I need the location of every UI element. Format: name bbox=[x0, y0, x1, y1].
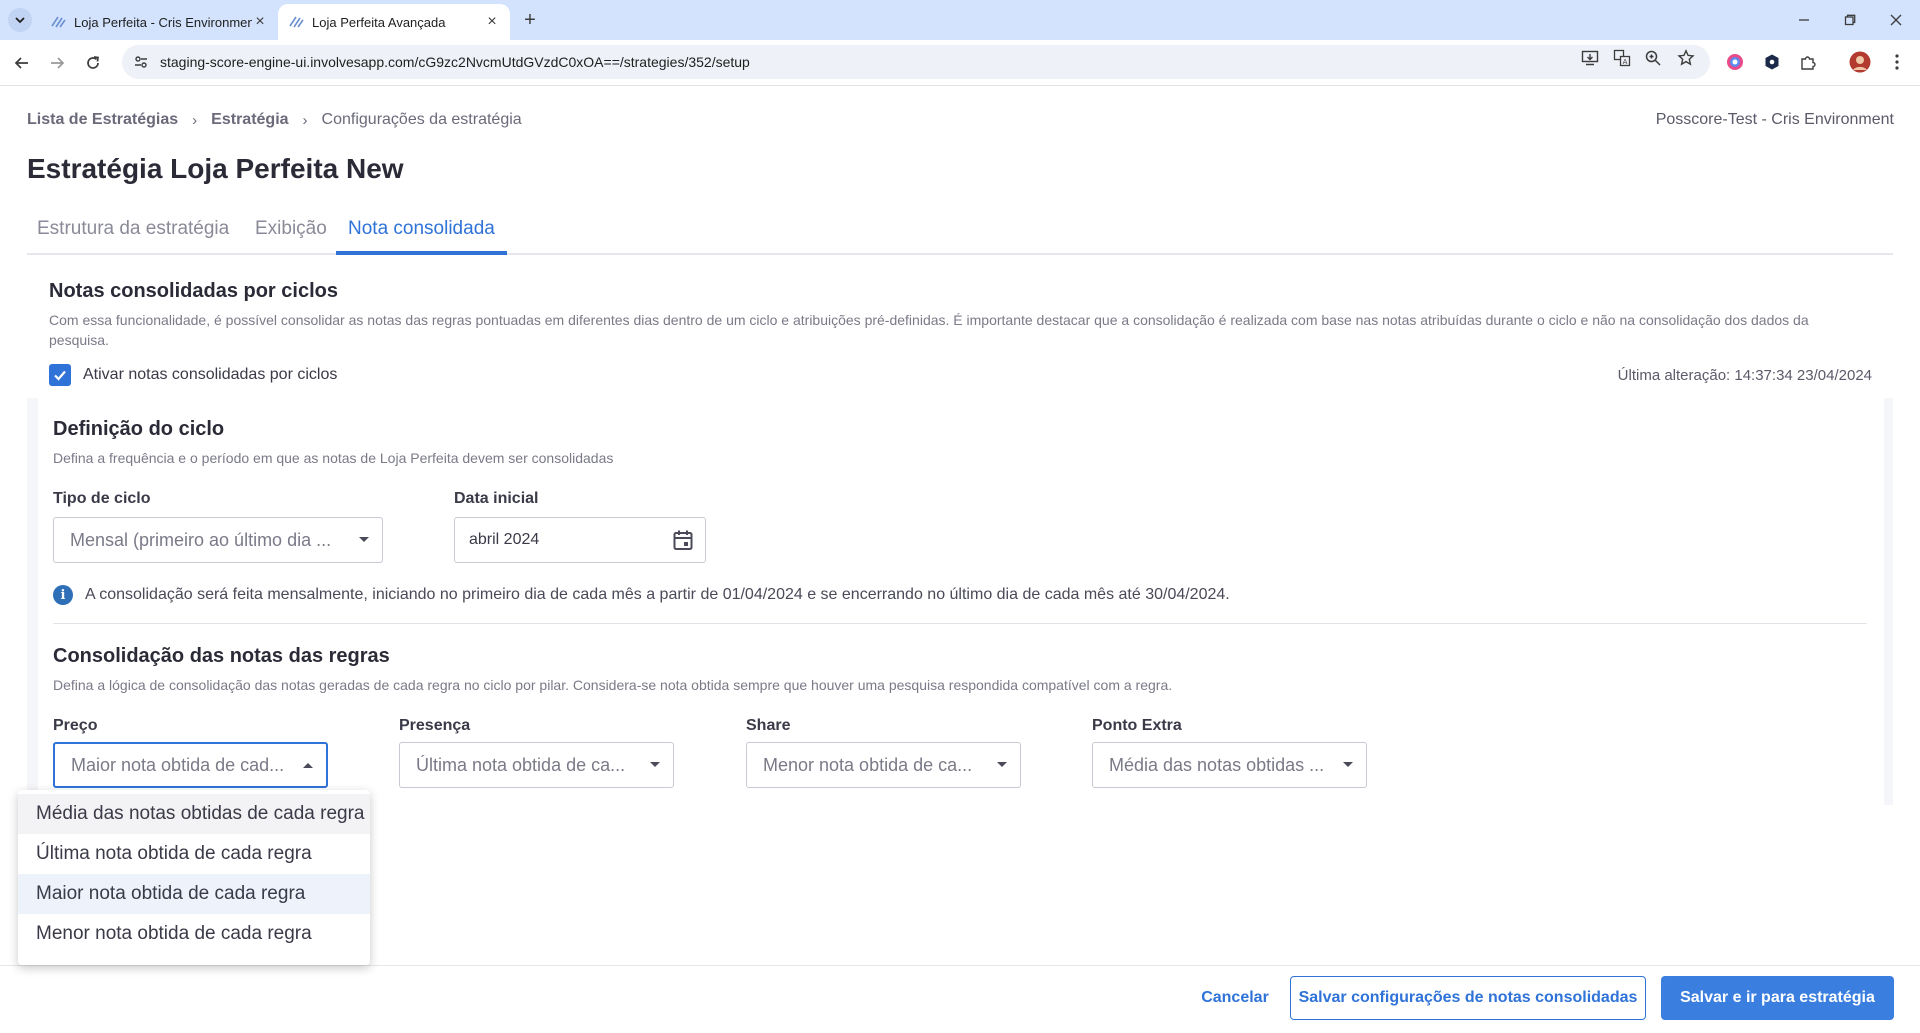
breadcrumb-link-strategy-list[interactable]: Lista de Estratégias bbox=[27, 111, 178, 129]
consolidated-section-title: Notas consolidadas por ciclos bbox=[49, 280, 338, 302]
tab-consolidated-score[interactable]: Nota consolidada bbox=[336, 218, 507, 255]
check-icon bbox=[54, 370, 66, 381]
calendar-icon[interactable] bbox=[661, 529, 705, 551]
shield-extension-icon[interactable] bbox=[1761, 51, 1783, 73]
cycle-definition-description: Defina a frequência e o período em que a… bbox=[53, 450, 614, 466]
url-text: staging-score-engine-ui.involvesapp.com/… bbox=[160, 54, 750, 70]
forward-arrow-icon[interactable] bbox=[44, 50, 70, 76]
browser-toolbar: staging-score-engine-ui.involvesapp.com/… bbox=[0, 40, 1920, 86]
start-date-input[interactable]: abril 2024 bbox=[454, 517, 706, 563]
breadcrumb-chevron-icon: › bbox=[192, 111, 198, 129]
involves-favicon-icon bbox=[51, 16, 66, 28]
restore-icon[interactable] bbox=[1836, 6, 1864, 34]
close-window-icon[interactable] bbox=[1882, 6, 1910, 34]
extra-point-value: Média das notas obtidas ... bbox=[1109, 754, 1325, 775]
translate-icon[interactable]: A bbox=[1613, 49, 1631, 67]
tab-title: Loja Perfeita - Cris Environment bbox=[74, 14, 252, 30]
save-and-go-button[interactable]: Salvar e ir para estratégia bbox=[1661, 976, 1894, 1020]
last-change-timestamp: Última alteração: 14:37:34 23/04/2024 bbox=[1617, 367, 1872, 384]
price-dropdown-menu: Média das notas obtidas de cada regra Úl… bbox=[18, 790, 370, 965]
environment-label: Posscore-Test - Cris Environment bbox=[1655, 111, 1894, 128]
breadcrumb-chevron-icon: › bbox=[302, 111, 308, 129]
browser-tab-bar: Loja Perfeita - Cris Environment × Loja … bbox=[0, 0, 1920, 40]
back-arrow-icon[interactable] bbox=[9, 50, 35, 76]
dropdown-option-last[interactable]: Última nota obtida de cada regra bbox=[18, 834, 370, 874]
cycle-definition-title: Definição do ciclo bbox=[53, 418, 225, 440]
consolidated-section-description: Com essa funcionalidade, é possível cons… bbox=[49, 312, 1809, 348]
tab-close-icon[interactable]: × bbox=[484, 13, 500, 30]
involves-favicon-icon bbox=[289, 16, 304, 28]
tab-close-icon[interactable]: × bbox=[252, 13, 268, 30]
extra-point-label: Ponto Extra bbox=[1092, 717, 1182, 734]
minimize-icon[interactable] bbox=[1790, 6, 1818, 34]
cycle-type-select[interactable]: Mensal (primeiro ao último dia ... bbox=[53, 517, 383, 563]
activate-consolidated-checkbox[interactable] bbox=[49, 364, 71, 386]
address-bar[interactable]: staging-score-engine-ui.involvesapp.com/… bbox=[122, 45, 1710, 79]
dropdown-option-lowest[interactable]: Menor nota obtida de cada regra bbox=[18, 914, 370, 954]
breadcrumb-link-strategy[interactable]: Estratégia bbox=[211, 111, 288, 129]
cycle-type-value: Mensal (primeiro ao último dia ... bbox=[70, 529, 332, 550]
share-label: Share bbox=[746, 717, 791, 734]
section-divider bbox=[53, 623, 1867, 624]
cancel-button[interactable]: Cancelar bbox=[1190, 976, 1280, 1020]
caret-down-icon bbox=[984, 761, 1020, 769]
cycle-info-text: A consolidação será feita mensalmente, i… bbox=[85, 586, 1230, 603]
tab-strategy-structure[interactable]: Estrutura da estratégia bbox=[37, 218, 229, 255]
strategy-tabs: Estrutura da estratégia Exibição Nota co… bbox=[27, 212, 1893, 255]
caret-up-icon bbox=[290, 761, 326, 769]
browser-tab-1[interactable]: Loja Perfeita - Cris Environment × bbox=[40, 4, 278, 40]
price-value: Maior nota obtida de cad... bbox=[71, 754, 285, 775]
presence-select[interactable]: Última nota obtida de ca... bbox=[399, 742, 674, 788]
bookmark-star-icon[interactable] bbox=[1677, 49, 1695, 67]
browser-tab-2[interactable]: Loja Perfeita Avançada × bbox=[278, 4, 510, 40]
dropdown-option-highest[interactable]: Maior nota obtida de cada regra bbox=[18, 874, 370, 914]
browser-menu-icon[interactable] bbox=[1886, 51, 1908, 73]
breadcrumb: Lista de Estratégias › Estratégia › Conf… bbox=[27, 111, 522, 129]
extensions-puzzle-icon[interactable] bbox=[1797, 51, 1819, 73]
install-app-icon[interactable] bbox=[1581, 49, 1599, 67]
activate-consolidated-label: Ativar notas consolidadas por ciclos bbox=[83, 366, 338, 383]
save-config-button[interactable]: Salvar configurações de notas consolidad… bbox=[1290, 976, 1646, 1020]
caret-down-icon bbox=[1330, 761, 1366, 769]
cycle-type-label: Tipo de ciclo bbox=[53, 490, 151, 507]
color-extension-icon[interactable] bbox=[1724, 51, 1746, 73]
profile-avatar[interactable] bbox=[1849, 51, 1871, 73]
start-date-label: Data inicial bbox=[454, 490, 539, 507]
site-settings-icon[interactable] bbox=[132, 53, 150, 71]
presence-label: Presença bbox=[399, 717, 471, 734]
svg-text:A: A bbox=[1623, 58, 1628, 66]
info-icon: i bbox=[53, 585, 73, 605]
activate-consolidated-row: Ativar notas consolidadas por ciclos bbox=[49, 364, 337, 386]
breadcrumb-current: Configurações da estratégia bbox=[321, 111, 522, 128]
share-value: Menor nota obtida de ca... bbox=[763, 754, 973, 775]
tab-display[interactable]: Exibição bbox=[255, 218, 327, 255]
caret-down-icon bbox=[346, 536, 382, 544]
price-label: Preço bbox=[53, 717, 98, 734]
tab-title: Loja Perfeita Avançada bbox=[312, 14, 446, 30]
rules-consolidation-description: Defina a lógica de consolidação das nota… bbox=[53, 677, 1173, 693]
zoom-icon[interactable] bbox=[1644, 49, 1662, 67]
caret-down-icon bbox=[637, 761, 673, 769]
share-select[interactable]: Menor nota obtida de ca... bbox=[746, 742, 1021, 788]
new-tab-plus-icon[interactable]: + bbox=[518, 8, 542, 32]
reload-icon[interactable] bbox=[80, 50, 106, 76]
start-date-value: abril 2024 bbox=[469, 531, 540, 548]
dropdown-option-average[interactable]: Média das notas obtidas de cada regra bbox=[18, 794, 370, 834]
price-select[interactable]: Maior nota obtida de cad... bbox=[53, 742, 328, 788]
presence-value: Última nota obtida de ca... bbox=[416, 754, 626, 775]
extra-point-select[interactable]: Média das notas obtidas ... bbox=[1092, 742, 1367, 788]
page-title: Estratégia Loja Perfeita New bbox=[27, 153, 404, 184]
tab-list-chevron-icon[interactable] bbox=[8, 8, 32, 32]
rules-consolidation-title: Consolidação das notas das regras bbox=[53, 645, 390, 667]
cycle-info-row: i A consolidação será feita mensalmente,… bbox=[53, 585, 1230, 605]
